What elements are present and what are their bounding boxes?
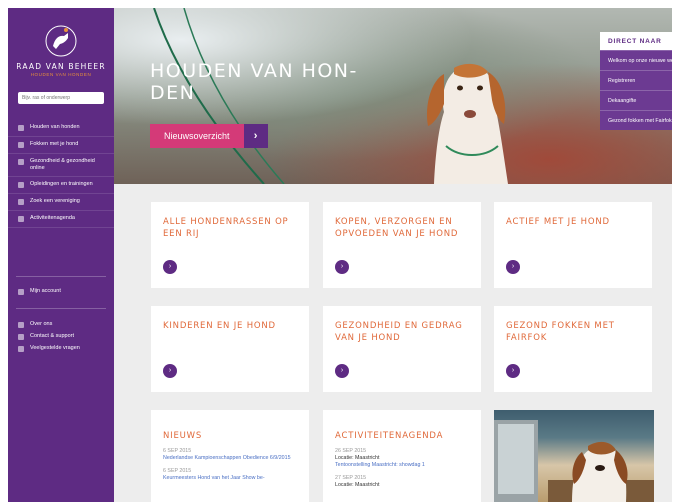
chevron-right-icon[interactable]: › <box>163 364 177 378</box>
nav-item-label: Activiteitenagenda <box>30 215 75 221</box>
chevron-right-icon[interactable]: › <box>506 260 520 274</box>
nav-item-vereniging[interactable]: Zoek een vereniging <box>8 194 114 211</box>
nav-item-label: Zoek een vereniging <box>30 198 80 204</box>
nav-item-label: Veelgestelde vragen <box>30 345 80 351</box>
nav-item-label: Opleidingen en trainingen <box>30 181 93 187</box>
calendar-icon <box>18 216 24 222</box>
news-item[interactable]: 6 SEP 2015 Nederlandse Kampioenschappen … <box>163 448 297 462</box>
nav-item-opleidingen[interactable]: Opleidingen en trainingen <box>8 177 114 194</box>
nav-divider <box>16 276 106 277</box>
beagle-photo <box>494 410 654 502</box>
nav-item-gezondheid[interactable]: Gezondheid & gezondheid online <box>8 154 114 177</box>
direct-link-fairfok[interactable]: Gezond fokken met Fairfok <box>600 110 672 130</box>
nav-divider <box>16 308 106 309</box>
news-card: NIEUWS 6 SEP 2015 Nederlandse Kampioensc… <box>151 410 309 502</box>
news-date: 6 SEP 2015 <box>163 448 192 454</box>
chevron-right-icon[interactable]: › <box>335 364 349 378</box>
nav-item-label: Over ons <box>30 321 53 327</box>
nav-item-agenda[interactable]: Activiteitenagenda <box>8 211 114 228</box>
hero-title: HOUDEN VAN HON-DEN <box>150 60 358 104</box>
news-overview-label: Nieuwsoverzicht <box>150 124 244 148</box>
news-overview-button[interactable]: Nieuwsoverzicht › <box>150 124 268 148</box>
info-icon <box>18 346 24 352</box>
chevron-right-icon[interactable]: › <box>163 260 177 274</box>
news-link[interactable]: Nederlandse Kampioenschappen Obedience 6… <box>163 455 297 462</box>
page-frame: RAAD VAN BEHEER HOUDEN VAN HONDEN Houden… <box>8 8 672 502</box>
nav-item-label: Gezondheid & gezondheid online <box>30 158 95 171</box>
direct-link-welkom[interactable]: Welkom op onze nieuwe website! <box>600 50 672 70</box>
nav-item-over-ons[interactable]: Over ons <box>8 320 114 332</box>
nav-item-faq[interactable]: Veelgestelde vragen <box>8 344 114 356</box>
chevron-right-icon[interactable]: › <box>506 364 520 378</box>
headset-icon <box>18 334 24 340</box>
paw-icon <box>18 142 24 148</box>
nav-item-label: Contact & support <box>30 333 75 339</box>
club-icon <box>18 199 24 205</box>
user-icon <box>18 289 24 295</box>
beagle-image <box>494 420 654 502</box>
card-title: KOPEN, VERZORGEN EN OPVOEDEN VAN JE HOND <box>335 217 459 239</box>
card-title: GEZONDHEID EN GEDRAG VAN JE HOND <box>335 321 463 343</box>
card-kopen-verzorgen[interactable]: KOPEN, VERZORGEN EN OPVOEDEN VAN JE HOND… <box>323 202 481 288</box>
direct-naar-heading: DIRECT NAAR <box>608 38 662 45</box>
card-title: GEZOND FOKKEN MET FAIRFOK <box>506 321 615 343</box>
card-title: ALLE HONDENRASSEN OP EEN RIJ <box>163 217 289 239</box>
agenda-date: 26 SEP 2015 <box>335 448 367 454</box>
direct-link-dekaangifte[interactable]: Dekaangifte <box>600 90 672 110</box>
agenda-title: ACTIVITEITENAGENDA <box>335 431 444 441</box>
logo-subtitle: HOUDEN VAN HONDEN <box>30 72 92 77</box>
nav-item-fokken[interactable]: Fokken met je hond <box>8 137 114 154</box>
dog-logo-icon <box>44 24 78 58</box>
chevron-right-icon: › <box>243 124 268 148</box>
search-input[interactable] <box>18 92 104 104</box>
health-icon <box>18 159 24 165</box>
direct-link-label: Dekaangifte <box>608 98 637 104</box>
training-icon <box>18 182 24 188</box>
nav-item-label: Mijn account <box>30 288 61 294</box>
nav-item-label: Fokken met je hond <box>30 141 79 147</box>
direct-naar-panel: DIRECT NAAR Welkom op onze nieuwe websit… <box>600 32 672 130</box>
hero-banner: HOUDEN VAN HON-DEN Nieuwsoverzicht › DIR… <box>114 8 672 184</box>
account-nav: Mijn account <box>8 284 114 301</box>
agenda-item[interactable]: 26 SEP 2015 Locatie: Maastricht Tentoons… <box>335 448 469 469</box>
news-date: 6 SEP 2015 <box>163 468 192 474</box>
group-icon <box>18 322 24 328</box>
news-title: NIEUWS <box>163 431 203 441</box>
card-fairfok[interactable]: GEZOND FOKKEN MET FAIRFOK › <box>494 306 652 392</box>
news-link[interactable]: Keurmeesters Hond van het Jaar Show be- <box>163 475 297 482</box>
direct-link-registreren[interactable]: Registreren <box>600 70 672 90</box>
agenda-link[interactable]: Tentoonstelling Maastricht: showdag 1 <box>335 462 469 469</box>
nav-item-houden-van-honden[interactable]: Houden van honden <box>8 120 114 137</box>
agenda-date: 27 SEP 2015 <box>335 475 367 481</box>
agenda-card: ACTIVITEITENAGENDA 26 SEP 2015 Locatie: … <box>323 410 481 502</box>
nav-item-account[interactable]: Mijn account <box>8 284 114 301</box>
news-item[interactable]: 6 SEP 2015 Keurmeesters Hond van het Jaa… <box>163 468 297 482</box>
card-title: ACTIEF MET JE HOND <box>506 217 610 227</box>
agenda-item[interactable]: 27 SEP 2015 Locatie: Maastricht <box>335 475 469 489</box>
card-title: KINDEREN EN JE HOND <box>163 321 276 331</box>
nav-item-contact[interactable]: Contact & support <box>8 332 114 344</box>
nav-item-label: Houden van honden <box>30 124 80 130</box>
chevron-right-icon[interactable]: › <box>335 260 349 274</box>
home-icon <box>18 125 24 131</box>
card-gezondheid-gedrag[interactable]: GEZONDHEID EN GEDRAG VAN JE HOND › <box>323 306 481 392</box>
main-nav: Houden van honden Fokken met je hond Gez… <box>8 120 114 228</box>
sidebar: RAAD VAN BEHEER HOUDEN VAN HONDEN Houden… <box>8 8 114 502</box>
dog-photo <box>426 63 508 184</box>
logo-title: RAAD VAN BEHEER <box>16 62 106 71</box>
agenda-location: Locatie: Maastricht <box>335 482 380 488</box>
card-kinderen[interactable]: KINDEREN EN JE HOND › <box>151 306 309 392</box>
agenda-location: Locatie: Maastricht <box>335 455 380 461</box>
logo[interactable]: RAAD VAN BEHEER HOUDEN VAN HONDEN <box>8 24 114 77</box>
card-hondenrassen[interactable]: ALLE HONDENRASSEN OP EEN RIJ › <box>151 202 309 288</box>
card-actief[interactable]: ACTIEF MET JE HOND › <box>494 202 652 288</box>
footer-nav: Over ons Contact & support Veelgestelde … <box>8 320 114 356</box>
